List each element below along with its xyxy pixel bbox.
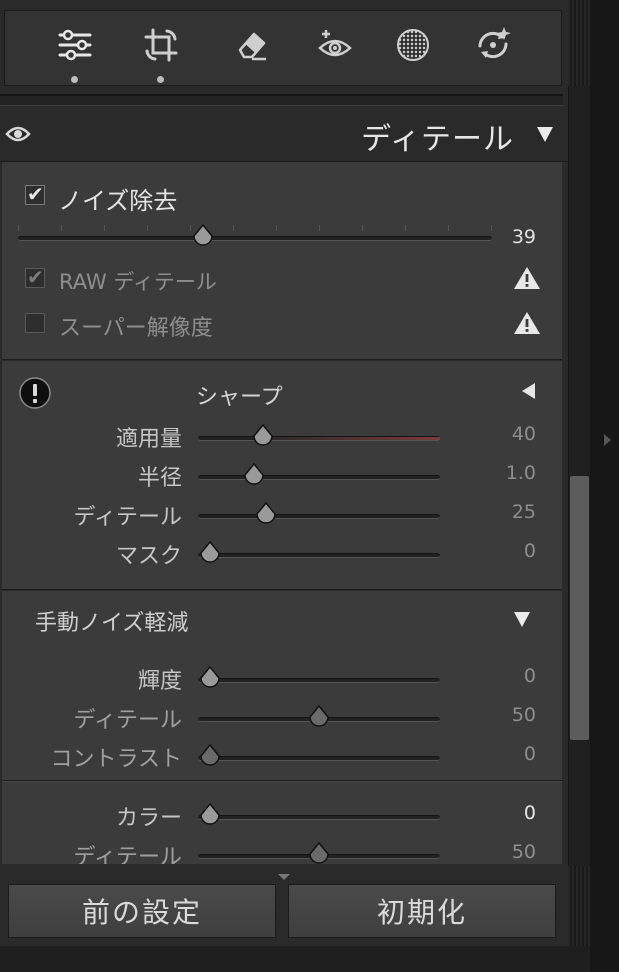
checkmark-icon: ✔: [27, 265, 44, 289]
right-panel-toggle-arrow-icon[interactable]: [604, 434, 611, 446]
crop-rotate-icon: [144, 28, 178, 62]
slider-thumb[interactable]: [243, 463, 265, 487]
warning-icon[interactable]: [513, 265, 541, 291]
super-resolution-checkbox[interactable]: [25, 313, 45, 333]
noise-removal-checkbox[interactable]: ✔: [25, 182, 45, 206]
slider-value[interactable]: 25: [512, 501, 536, 523]
slider-label: ディテール: [73, 708, 182, 733]
slider-thumb[interactable]: [199, 666, 221, 690]
heal-tool-button[interactable]: [229, 25, 273, 65]
eraser-icon: [238, 32, 266, 61]
slider-label: 輝度: [137, 669, 182, 694]
panel-scrollbar-thumb[interactable]: [570, 476, 589, 740]
slider-label: マスク: [115, 544, 182, 569]
noise-removal-label: ノイズ除去: [58, 187, 178, 215]
slider-value[interactable]: 50: [512, 704, 536, 726]
slider-track: [198, 678, 440, 683]
panel-footer: 前の設定 初期化: [0, 874, 568, 946]
slider-thumb[interactable]: [252, 424, 274, 448]
slider-track: [198, 475, 440, 480]
detail-collapse-arrow-icon[interactable]: [537, 127, 553, 142]
slider-label: 半径: [137, 466, 182, 491]
slider-label: コントラスト: [50, 747, 182, 772]
slider-value[interactable]: 1.0: [506, 462, 536, 484]
slider-track: [198, 756, 440, 761]
red-eye-icon: [318, 30, 352, 57]
warning-icon[interactable]: [513, 310, 541, 336]
color-noise-section: カラー 0 ディテール 50: [2, 781, 562, 870]
slider-thumb[interactable]: [199, 744, 221, 768]
presets-tool-button[interactable]: [471, 25, 515, 65]
slider-thumb[interactable]: [308, 705, 330, 729]
slider-value[interactable]: 0: [524, 743, 536, 765]
raw-detail-label: RAW ディテール: [59, 270, 217, 294]
slider-label: ディテール: [73, 505, 182, 530]
slider-label: 適用量: [115, 427, 182, 452]
slider-fill: [263, 437, 440, 440]
edit-tool-active-dot: [71, 76, 78, 83]
tool-strip: [4, 10, 562, 86]
slider-value[interactable]: 0: [524, 665, 536, 687]
super-resolution-label: スーパー解像度: [59, 316, 213, 341]
sliders-icon: [58, 29, 92, 61]
slider-label: カラー: [115, 806, 182, 831]
manual-noise-collapse-arrow-icon[interactable]: [514, 612, 530, 627]
alert-circle-icon[interactable]: [18, 376, 52, 410]
slider-thumb[interactable]: [199, 803, 221, 827]
slider-value[interactable]: 0: [524, 540, 536, 562]
detail-panel-title: ディテール: [361, 122, 514, 157]
slider-thumb[interactable]: [199, 541, 221, 565]
slider-track: [198, 436, 440, 441]
red-eye-tool-button[interactable]: [313, 25, 357, 65]
slider-thumb[interactable]: [192, 224, 214, 248]
slider-value[interactable]: 50: [512, 841, 536, 863]
slider-thumb[interactable]: [255, 502, 277, 526]
panel-bottom-gap: [2, 864, 562, 874]
presets-icon: [478, 27, 511, 59]
manual-noise-reduction-section: 手動ノイズ軽減 輝度 0 ディテール 50 コントラスト 0: [2, 591, 562, 781]
slider-track: [18, 236, 492, 241]
sharpening-title: シャープ: [196, 385, 283, 410]
slider-track: [198, 514, 440, 519]
raw-detail-checkbox[interactable]: ✔: [25, 265, 45, 289]
noise-removal-value[interactable]: 39: [512, 226, 536, 248]
detail-panel-header[interactable]: ディテール: [0, 106, 568, 162]
slider-track: [198, 553, 440, 558]
manual-noise-title: 手動ノイズ軽減: [35, 611, 189, 636]
develop-right-panel: ディテール ✔ ノイズ除去 39 ✔ RAW ディテール スーパー解像度 シャー…: [0, 0, 568, 972]
sharpening-section: シャープ 適用量 40 半径 1.0 ディテール 25 マスク 0: [2, 361, 562, 590]
slider-value[interactable]: 0: [524, 802, 536, 824]
edit-tool-button[interactable]: [53, 25, 97, 65]
masking-tool-button[interactable]: [391, 25, 435, 65]
bottom-edge-strip: [0, 946, 590, 972]
slider-thumb[interactable]: [308, 842, 330, 866]
toolbar-separator: [0, 94, 563, 106]
ai-noise-removal-section: ✔ ノイズ除去 39 ✔ RAW ディテール スーパー解像度: [2, 162, 562, 360]
panel-end-marker-icon: [278, 874, 290, 880]
scrollbar-top-grip: [568, 0, 590, 86]
masking-icon: [397, 29, 429, 61]
slider-ticks: [18, 225, 492, 231]
right-edge-strip: [590, 0, 619, 972]
crop-tool-active-dot: [157, 76, 164, 83]
sharpening-expand-arrow-icon[interactable]: [522, 383, 535, 399]
slider-track: [198, 815, 440, 820]
slider-value[interactable]: 40: [512, 423, 536, 445]
crop-tool-button[interactable]: [139, 25, 183, 65]
visibility-eye-icon[interactable]: [5, 123, 31, 145]
reset-button[interactable]: 初期化: [288, 884, 556, 938]
checkmark-icon: ✔: [27, 182, 44, 206]
previous-settings-button[interactable]: 前の設定: [8, 884, 276, 938]
